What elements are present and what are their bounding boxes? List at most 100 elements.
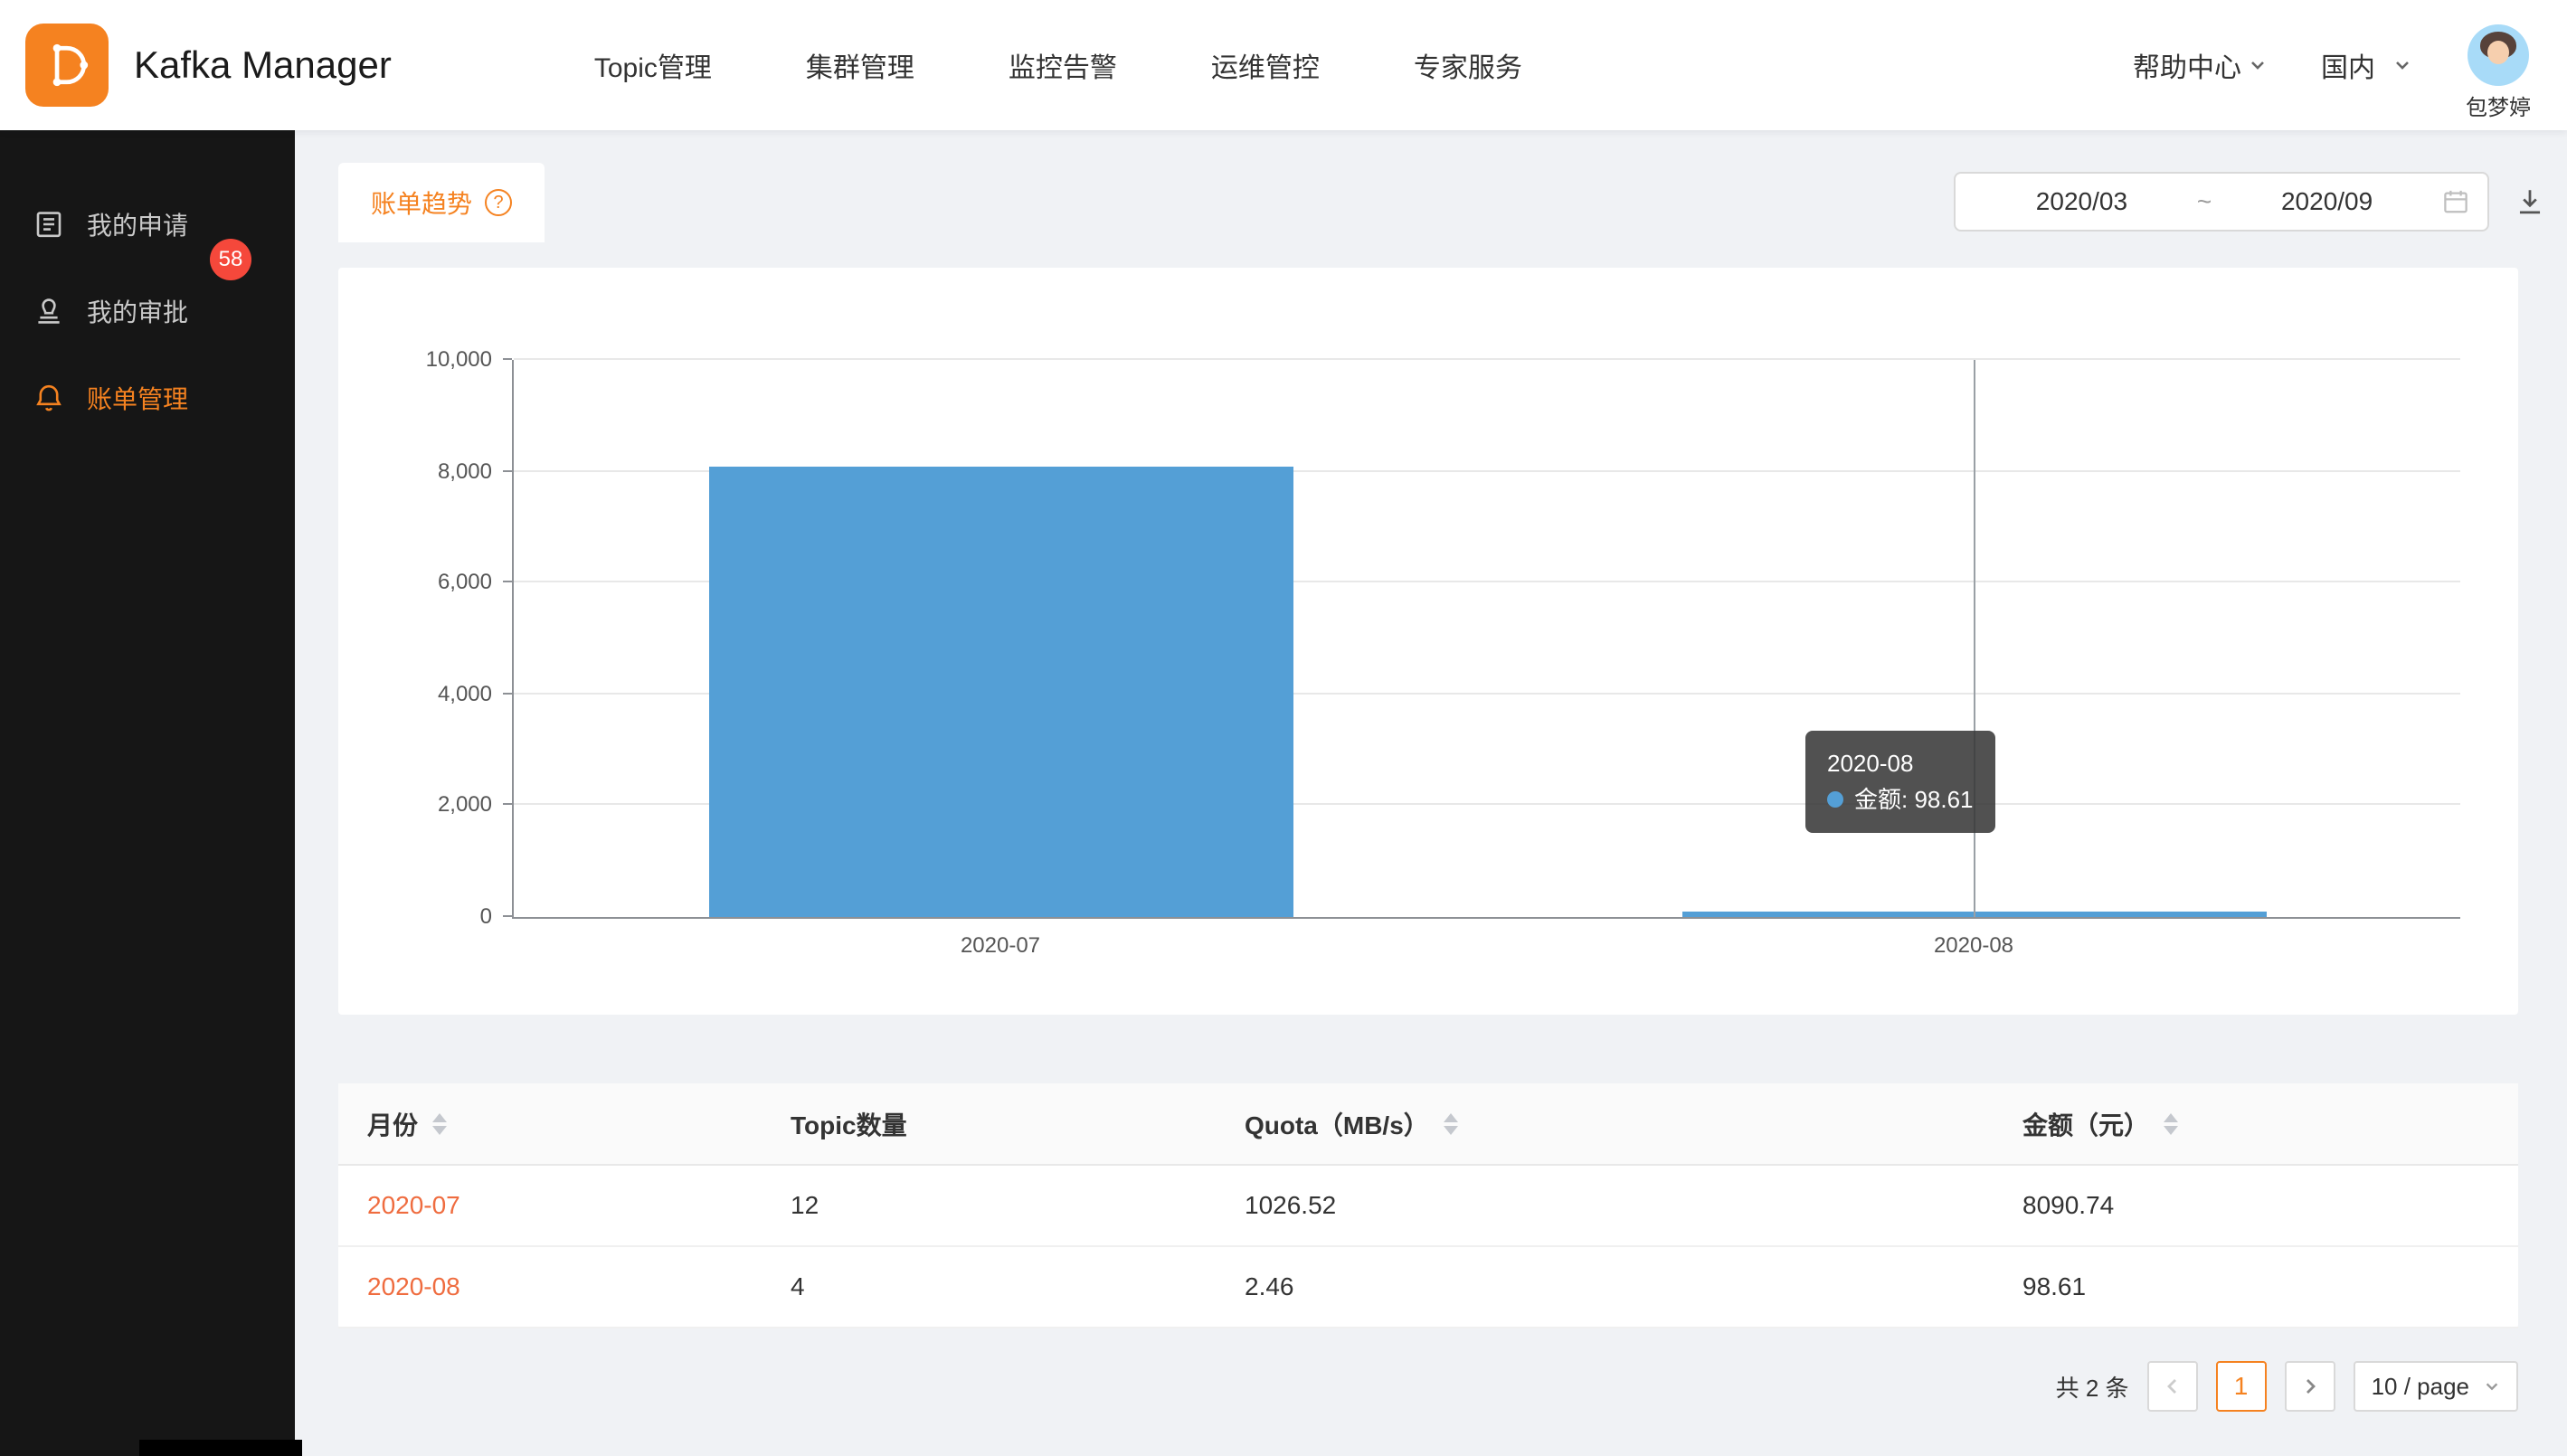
date-range-separator: ~ — [2190, 187, 2219, 216]
column-header-amount[interactable]: 金额（元） — [1994, 1083, 2518, 1165]
app-root: Kafka Manager Topic管理 集群管理 监控告警 运维管控 专家服… — [0, 0, 2567, 1456]
nav-item-ops-control[interactable]: 运维管控 — [1211, 45, 1320, 85]
user-name: 包梦婷 — [2466, 90, 2531, 121]
y-tick-label: 4,000 — [376, 680, 492, 709]
month-link[interactable]: 2020-07 — [367, 1191, 460, 1219]
main-content: 账单趋势 ? 2020/03 ~ 2020/09 — [295, 130, 2567, 1456]
column-header-topics: Topic数量 — [762, 1083, 1216, 1165]
month-link[interactable]: 2020-08 — [367, 1272, 460, 1300]
y-tick-label: 6,000 — [376, 568, 492, 597]
page-1-button[interactable]: 1 — [2216, 1361, 2267, 1412]
sidebar-item-label: 我的申请 — [87, 206, 188, 242]
y-tick-label: 8,000 — [376, 458, 492, 487]
column-label: 金额（元） — [2022, 1106, 2149, 1142]
y-tick-label: 2,000 — [376, 790, 492, 819]
toolbar-right: 2020/03 ~ 2020/09 — [1954, 163, 2545, 232]
header-right: 帮助中心 国内 包梦婷 — [2133, 10, 2531, 121]
nav-item-monitor-alert[interactable]: 监控告警 — [1009, 45, 1117, 85]
stamp-icon — [33, 295, 65, 327]
tooltip-series-line: 金额: 98.61 — [1827, 781, 1974, 818]
sidebar-item-billing[interactable]: 账单管理 — [0, 355, 295, 441]
y-tick-mark — [503, 358, 512, 360]
table-row: 2020-07 12 1026.52 8090.74 — [338, 1165, 2518, 1246]
y-tick-mark — [503, 915, 512, 917]
y-tick-label: 0 — [376, 903, 492, 931]
calendar-icon — [2442, 188, 2469, 215]
app-title: Kafka Manager — [134, 43, 392, 87]
y-tick-mark — [503, 803, 512, 805]
sidebar: 我的申请 我的审批 58 账单管 — [0, 130, 295, 1456]
column-label: Topic数量 — [791, 1106, 907, 1142]
sidebar-item-label: 我的审批 — [87, 293, 188, 329]
download-icon[interactable] — [2515, 186, 2545, 217]
help-center-menu[interactable]: 帮助中心 — [2133, 45, 2267, 85]
y-tick-mark — [503, 581, 512, 582]
y-tick-mark — [503, 693, 512, 695]
table-header-row: 月份 Topic数量 Quota（MB/s） — [338, 1083, 2518, 1165]
toolbar: 账单趋势 ? 2020/03 ~ 2020/09 — [338, 163, 2545, 242]
chevron-down-icon — [2249, 56, 2267, 74]
date-end-value[interactable]: 2020/09 — [2219, 187, 2435, 216]
x-tick-label: 2020-07 — [514, 933, 1487, 959]
chart-bar[interactable] — [709, 467, 1293, 917]
top-nav: Topic管理 集群管理 监控告警 运维管控 专家服务 — [594, 45, 1522, 85]
bell-icon — [33, 382, 65, 414]
help-center-label: 帮助中心 — [2133, 45, 2241, 85]
page-size-value: 10 / page — [2372, 1373, 2469, 1401]
sort-icon[interactable] — [432, 1113, 447, 1135]
amount-cell: 8090.74 — [1994, 1165, 2518, 1246]
nav-item-topic-manage[interactable]: Topic管理 — [594, 45, 712, 85]
axis-pointer-line — [1974, 360, 1975, 917]
sidebar-bottom-bar — [139, 1440, 302, 1456]
quota-cell: 1026.52 — [1216, 1165, 1994, 1246]
approvals-count-badge: 58 — [210, 239, 251, 280]
chart-tooltip: 2020-08 金额: 98.61 — [1805, 731, 1995, 833]
sort-icon[interactable] — [2164, 1113, 2178, 1135]
y-gridline — [514, 358, 2460, 360]
prev-page-button[interactable] — [2147, 1361, 2198, 1412]
tab-bill-trend[interactable]: 账单趋势 ? — [338, 163, 545, 242]
column-label: 月份 — [367, 1106, 418, 1142]
tooltip-value: 金额: 98.61 — [1854, 786, 1974, 813]
bill-table: 月份 Topic数量 Quota（MB/s） — [338, 1083, 2518, 1328]
avatar[interactable] — [2468, 24, 2529, 86]
nav-item-expert-service[interactable]: 专家服务 — [1414, 45, 1522, 85]
amount-cell: 98.61 — [1994, 1246, 2518, 1328]
sidebar-item-label: 账单管理 — [87, 380, 188, 416]
date-range-picker[interactable]: 2020/03 ~ 2020/09 — [1954, 172, 2489, 232]
help-icon[interactable]: ? — [485, 189, 512, 216]
bill-trend-chart-card: 2020-08 金额: 98.61 0 2,000 4,000 6,000 8,000 1… — [338, 268, 2518, 1015]
topics-cell: 4 — [762, 1246, 1216, 1328]
chevron-down-icon — [2484, 1378, 2500, 1395]
sort-icon[interactable] — [1444, 1113, 1458, 1135]
date-start-value[interactable]: 2020/03 — [1974, 187, 2190, 216]
quota-cell: 2.46 — [1216, 1246, 1994, 1328]
table-row: 2020-08 4 2.46 98.61 — [338, 1246, 2518, 1328]
nav-item-cluster-manage[interactable]: 集群管理 — [806, 45, 914, 85]
logo-d-icon — [34, 33, 99, 98]
series-marker-icon — [1827, 791, 1843, 808]
app-logo[interactable] — [25, 24, 109, 107]
brand: Kafka Manager — [25, 24, 392, 107]
tab-bill-trend-label: 账单趋势 — [371, 184, 472, 221]
topics-cell: 12 — [762, 1165, 1216, 1246]
bill-table-card: 月份 Topic数量 Quota（MB/s） — [338, 1083, 2518, 1328]
column-header-month[interactable]: 月份 — [338, 1083, 762, 1165]
y-tick-label: 10,000 — [376, 345, 492, 374]
column-header-quota[interactable]: Quota（MB/s） — [1216, 1083, 1994, 1165]
chevron-down-icon — [2393, 56, 2411, 74]
column-label: Quota（MB/s） — [1245, 1106, 1429, 1142]
total-count-text: 共 2 条 — [2056, 1370, 2129, 1404]
page-size-select[interactable]: 10 / page — [2354, 1361, 2518, 1412]
region-label: 国内 — [2321, 45, 2375, 85]
user-menu[interactable]: 包梦婷 — [2466, 24, 2531, 121]
y-tick-mark — [503, 470, 512, 472]
clipboard-icon — [33, 208, 65, 241]
next-page-button[interactable] — [2285, 1361, 2335, 1412]
tooltip-title: 2020-08 — [1827, 745, 1974, 781]
pagination: 共 2 条 1 10 / page — [338, 1361, 2518, 1412]
sidebar-item-my-approvals[interactable]: 我的审批 58 — [0, 268, 295, 355]
chart-plot: 2020-08 金额: 98.61 02,0004,0006,0008,0001… — [512, 360, 2460, 919]
region-menu[interactable]: 国内 — [2321, 45, 2411, 85]
top-header: Kafka Manager Topic管理 集群管理 监控告警 运维管控 专家服… — [0, 0, 2567, 130]
